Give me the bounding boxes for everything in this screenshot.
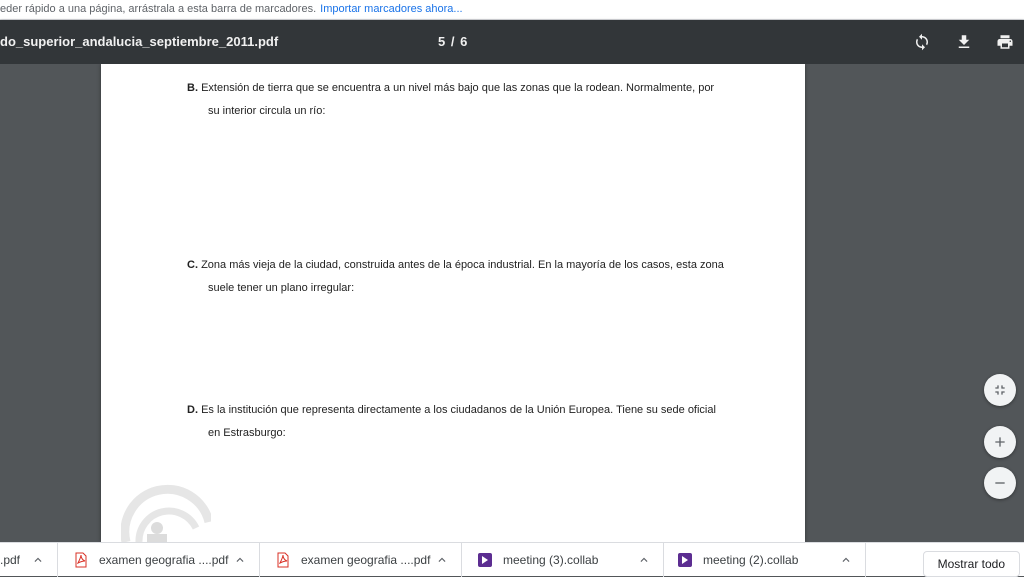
bookmarks-hint-text: eder rápido a una página, arrástrala a e… [0, 3, 317, 15]
watermark-logo-icon [121, 484, 211, 542]
rotate-button[interactable] [910, 30, 934, 54]
download-item-name: examen geografia ....pdf [301, 553, 431, 567]
fit-page-icon [995, 385, 1005, 395]
question-line: Es la institución que representa directa… [201, 404, 716, 416]
question-letter: C. [187, 259, 198, 271]
question-b: B. Extensión de tierra que se encuentra … [187, 77, 727, 123]
chevron-up-icon[interactable] [435, 553, 449, 567]
zoom-out-icon [995, 482, 1005, 484]
fit-page-button[interactable] [984, 374, 1016, 406]
question-line: suele tener un plano irregular: [208, 282, 355, 294]
rotate-icon [916, 33, 928, 51]
downloads-bar: .pdf examen geografia ....pdf examen geo… [0, 542, 1024, 577]
download-item[interactable]: examen geografia ....pdf [261, 543, 462, 577]
question-line: Extensión de tierra que se encuentra a u… [201, 82, 715, 94]
pdf-viewer[interactable]: B. Extensión de tierra que se encuentra … [0, 64, 1024, 542]
bookmarks-bar: eder rápido a una página, arrástrala a e… [0, 0, 1024, 20]
pdf-file-icon [75, 552, 87, 568]
download-item-name: .pdf [0, 553, 21, 567]
download-item-name: examen geografia ....pdf [99, 553, 229, 567]
collab-file-icon [678, 553, 692, 567]
print-button[interactable] [993, 30, 1017, 54]
chevron-up-icon[interactable] [637, 553, 651, 567]
download-item[interactable]: meeting (2).collab [665, 543, 866, 577]
question-letter: B. [187, 82, 198, 94]
zoom-in-icon [995, 437, 1005, 447]
download-item-name: meeting (3).collab [503, 553, 599, 567]
pdf-title: do_superior_andalucia_septiembre_2011.pd… [0, 34, 279, 49]
chevron-up-icon[interactable] [233, 553, 247, 567]
question-c: C. Zona más vieja de la ciudad, construi… [187, 254, 727, 300]
pdf-file-icon [277, 552, 289, 568]
question-line: en Estrasburgo: [208, 427, 286, 439]
download-button[interactable] [952, 30, 976, 54]
download-icon [958, 35, 970, 48]
zoom-in-button[interactable] [984, 426, 1016, 458]
page-indicator[interactable]: 5 / 6 [438, 20, 468, 64]
download-item[interactable]: meeting (3).collab [463, 543, 664, 577]
zoom-out-button[interactable] [984, 467, 1016, 499]
question-d: D. Es la institución que representa dire… [187, 399, 727, 445]
chevron-up-icon[interactable] [31, 553, 45, 567]
import-bookmarks-link[interactable]: Importar marcadores ahora... [320, 3, 462, 15]
question-letter: D. [187, 404, 198, 416]
pdf-page: B. Extensión de tierra que se encuentra … [101, 64, 805, 542]
download-item-name: meeting (2).collab [703, 553, 799, 567]
download-item[interactable]: examen geografia ....pdf [59, 543, 260, 577]
download-item[interactable]: .pdf [0, 543, 58, 577]
chevron-up-icon[interactable] [839, 553, 853, 567]
print-icon [997, 35, 1013, 49]
collab-file-icon [478, 553, 492, 567]
show-all-downloads-button[interactable]: Mostrar todo [922, 551, 1020, 577]
question-line: Zona más vieja de la ciudad, construida … [201, 259, 724, 271]
pdf-toolbar: do_superior_andalucia_septiembre_2011.pd… [0, 20, 1024, 64]
question-line: su interior circula un río: [208, 105, 326, 117]
